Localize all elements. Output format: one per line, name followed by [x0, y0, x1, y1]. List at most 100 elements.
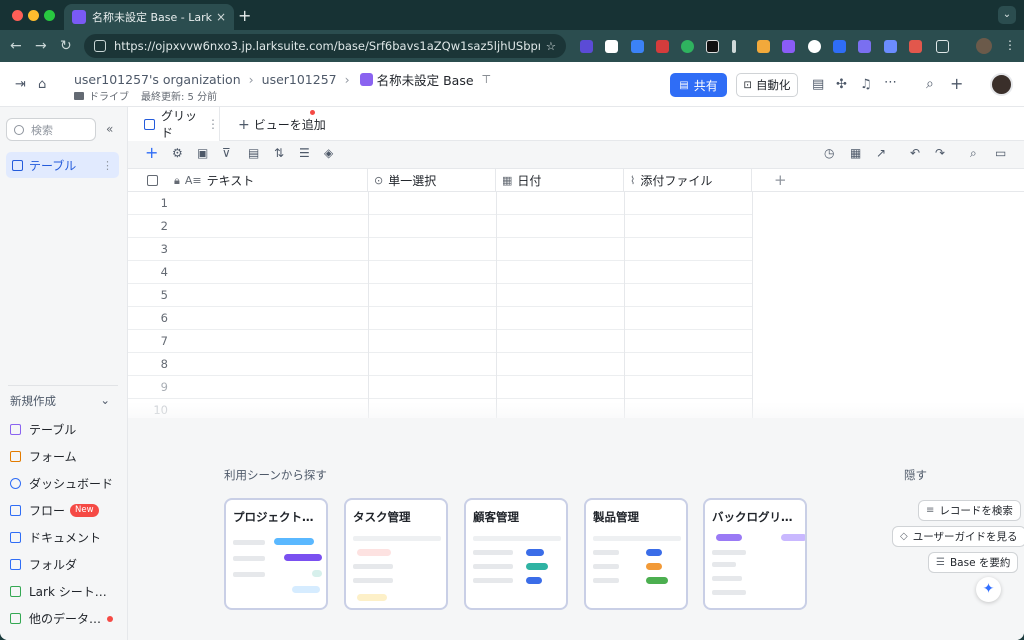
extension-icon[interactable]	[884, 40, 897, 53]
row-height-icon[interactable]: ☰	[299, 146, 310, 160]
user-avatar[interactable]	[990, 73, 1013, 96]
table-row[interactable]: 3	[128, 238, 752, 261]
filter-icon[interactable]: ⊽	[222, 146, 231, 160]
search-icon[interactable]: ⌕	[926, 76, 934, 92]
table-row[interactable]: 5	[128, 284, 752, 307]
extension-icon[interactable]	[833, 40, 846, 53]
extension-icon[interactable]	[782, 40, 795, 53]
automation-button[interactable]: ⊡ 自動化	[736, 73, 798, 97]
new-flow-item[interactable]: フロー New	[10, 502, 122, 519]
new-other-data-item[interactable]: 他のデータ…	[10, 610, 122, 627]
user-guide-button[interactable]: ◇ ユーザーガイドを見る	[892, 526, 1024, 547]
sidebar-item-table[interactable]: テーブル ⋮	[6, 152, 119, 178]
pin-icon[interactable]: ⊤	[482, 73, 492, 86]
close-tab-icon[interactable]: ×	[216, 10, 226, 24]
add-column-icon[interactable]: +	[774, 171, 787, 189]
share-button[interactable]: ▤ 共有	[670, 73, 727, 97]
add-icon[interactable]: +	[950, 74, 963, 93]
view-settings-icon[interactable]: ▣	[197, 146, 208, 160]
expand-sidebar-icon[interactable]: ⇥	[15, 77, 26, 92]
form-view-icon[interactable]: ▦	[850, 146, 861, 160]
extension-icon[interactable]	[580, 40, 593, 53]
notification-bell-icon[interactable]: ♫	[860, 77, 872, 92]
column-header-single-select[interactable]: ⊙ 単一選択	[368, 169, 496, 192]
puzzle-extensions-icon[interactable]	[936, 40, 949, 53]
breadcrumb-organization[interactable]: user101257's organization	[74, 72, 241, 87]
fill-color-icon[interactable]: ◈	[324, 146, 333, 160]
tab-grid-view[interactable]: グリッド ⋮	[128, 107, 220, 141]
new-document-item[interactable]: ドキュメント	[10, 529, 122, 546]
plugin-icon[interactable]: ✣	[836, 77, 847, 92]
add-record-icon[interactable]: +	[145, 143, 158, 162]
extension-icon[interactable]	[681, 40, 694, 53]
extension-icon[interactable]	[631, 40, 644, 53]
table-row[interactable]: 9	[128, 376, 752, 399]
extension-icon[interactable]	[706, 40, 719, 53]
home-icon[interactable]: ⌂	[38, 77, 46, 92]
table-row[interactable]: 2	[128, 215, 752, 238]
new-folder-item[interactable]: フォルダ	[10, 556, 122, 573]
breadcrumb-user[interactable]: user101257	[262, 72, 337, 87]
history-icon[interactable]: ◷	[824, 146, 834, 160]
back-icon[interactable]: ←	[10, 38, 22, 54]
close-window-button[interactable]	[12, 10, 23, 21]
table-row[interactable]: 6	[128, 307, 752, 330]
tab-search-button[interactable]: ⌄	[998, 6, 1016, 24]
new-dashboard-item[interactable]: ダッシュボード	[10, 475, 122, 492]
new-table-item[interactable]: テーブル	[10, 421, 122, 438]
bookmark-star-icon[interactable]: ☆	[546, 39, 556, 53]
summarize-base-button[interactable]: ☰ Base を要約	[928, 552, 1019, 573]
extension-icon[interactable]	[757, 40, 770, 53]
template-card-project[interactable]: プロジェクト情報…	[224, 498, 328, 610]
find-icon[interactable]: ⌕	[970, 146, 977, 161]
table-row[interactable]: 7	[128, 330, 752, 353]
zoom-window-button[interactable]	[44, 10, 55, 21]
minimize-window-button[interactable]	[28, 10, 39, 21]
extension-icon[interactable]	[909, 40, 922, 53]
template-card-task[interactable]: タスク管理	[344, 498, 448, 610]
template-card-product[interactable]: 製品管理	[584, 498, 688, 610]
doc-title[interactable]: 名称未設定 Base	[377, 70, 474, 89]
sort-icon[interactable]: ⇅	[274, 146, 284, 160]
search-records-button[interactable]: ≡ レコードを検索	[918, 500, 1021, 521]
add-view-button[interactable]: + ビューを追加	[238, 116, 326, 133]
form-icon[interactable]: ▤	[812, 77, 824, 92]
more-options-icon[interactable]: ⋯	[884, 75, 897, 90]
new-tab-button[interactable]: +	[238, 6, 251, 25]
select-all-checkbox[interactable]	[147, 175, 158, 186]
comment-icon[interactable]: ▭	[995, 146, 1006, 160]
profile-avatar-icon[interactable]	[976, 38, 992, 54]
drive-location[interactable]: ドライブ	[89, 88, 129, 103]
extension-icon[interactable]	[808, 40, 821, 53]
field-settings-icon[interactable]: ⚙	[172, 146, 183, 160]
template-card-backlog[interactable]: バックログリスト	[703, 498, 807, 610]
extension-icon[interactable]	[858, 40, 871, 53]
extension-icon[interactable]	[605, 40, 618, 53]
url-field[interactable]: https://ojpxvvw6nxo3.jp.larksuite.com/ba…	[84, 34, 566, 58]
column-header-text[interactable]: 🔒︎ A≡ テキスト	[168, 169, 368, 192]
undo-icon[interactable]: ↶	[910, 146, 920, 160]
eyedropper-icon[interactable]	[732, 40, 736, 53]
new-section-header[interactable]: 新規作成 ⌄	[10, 393, 110, 409]
new-form-item[interactable]: フォーム	[10, 448, 122, 465]
new-lark-sheet-item[interactable]: Lark シート…	[10, 583, 122, 600]
table-row[interactable]: 1	[128, 192, 752, 215]
browser-tab[interactable]: 名称未設定 Base - Lark Docs ×	[64, 4, 234, 30]
view-more-icon[interactable]: ⋮	[207, 117, 219, 131]
extension-icon[interactable]	[656, 40, 669, 53]
hide-templates-button[interactable]: 隠す	[904, 467, 927, 483]
column-header-date[interactable]: ▦ 日付	[496, 169, 624, 192]
group-icon[interactable]: ▤	[248, 146, 259, 160]
collapse-sidebar-icon[interactable]: «	[106, 122, 113, 136]
browser-menu-icon[interactable]: ⋮	[1004, 38, 1016, 52]
share-view-icon[interactable]: ↗	[876, 146, 886, 160]
template-card-customer[interactable]: 顧客管理	[464, 498, 568, 610]
reload-icon[interactable]: ↻	[60, 38, 72, 54]
forward-icon[interactable]: →	[35, 38, 47, 54]
column-header-attachment[interactable]: ⌇ 添付ファイル	[624, 169, 752, 192]
sidebar-search-input[interactable]: 検索	[6, 118, 96, 141]
table-row[interactable]: 4	[128, 261, 752, 284]
table-more-icon[interactable]: ⋮	[102, 159, 113, 172]
site-info-icon[interactable]	[94, 40, 106, 52]
ai-assistant-sparkle-icon[interactable]: ✦	[976, 577, 1001, 602]
